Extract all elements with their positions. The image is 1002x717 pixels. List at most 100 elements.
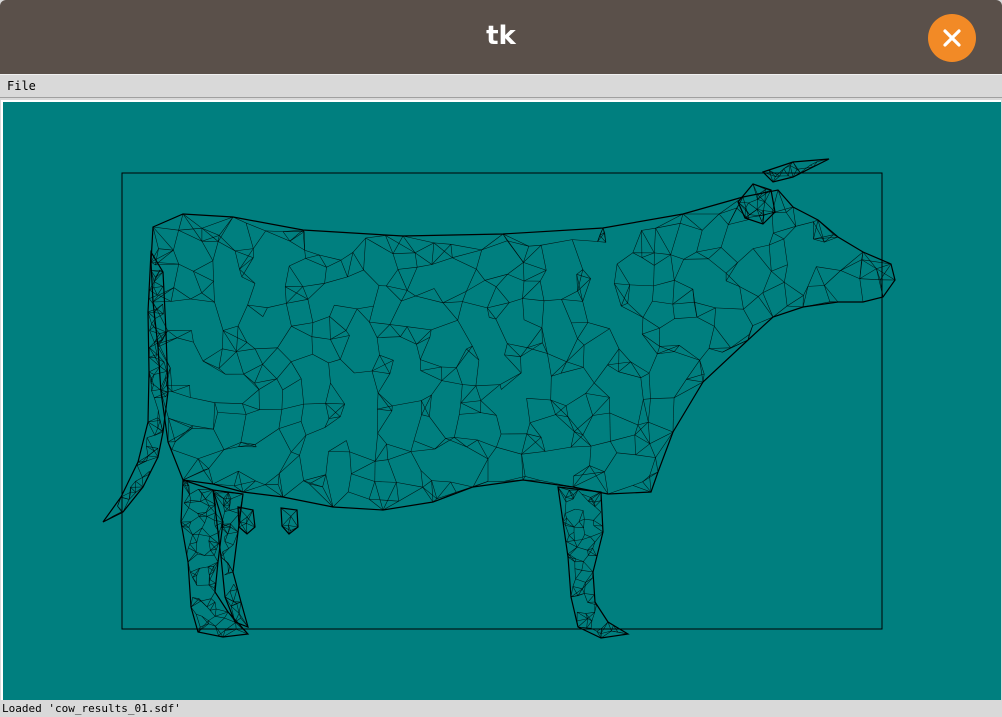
menu-file[interactable]: File: [2, 77, 41, 96]
mesh-edge: [714, 326, 731, 348]
mesh-edge: [247, 283, 256, 306]
mesh-edge: [206, 512, 216, 517]
mesh-edge: [389, 360, 394, 374]
mesh-edge: [674, 316, 697, 319]
mesh-edge: [462, 384, 476, 387]
mesh-edge: [377, 408, 392, 412]
mesh-edge: [752, 248, 772, 272]
mesh-edge: [369, 498, 399, 502]
mesh-edge: [749, 209, 758, 215]
mesh-edge: [429, 416, 446, 439]
mesh-edge: [792, 206, 797, 227]
mesh-edge: [648, 353, 658, 374]
mesh-edge: [566, 535, 570, 542]
render-canvas[interactable]: [3, 102, 1001, 700]
mesh-edge: [585, 571, 594, 583]
mesh-edge: [529, 414, 556, 424]
mesh-edge: [466, 439, 478, 448]
mesh-edge: [566, 338, 578, 362]
mesh-edge: [718, 213, 729, 225]
mesh-edge: [581, 561, 584, 571]
mesh-edge: [325, 383, 331, 404]
mesh-edge: [696, 307, 716, 318]
mesh-edge: [377, 410, 393, 434]
mesh-edge: [641, 257, 655, 266]
mesh-edge: [237, 304, 248, 327]
mesh-edge: [191, 330, 194, 343]
mesh-edge: [442, 301, 463, 304]
mesh-edge: [147, 311, 154, 313]
mesh-edge: [151, 390, 155, 398]
mesh-edge: [146, 446, 149, 456]
mesh-edge: [696, 316, 715, 327]
mesh-edge: [496, 415, 502, 435]
mesh-edge: [565, 498, 574, 503]
mesh-edge: [130, 481, 136, 488]
mesh-edge: [324, 276, 348, 284]
mesh-edge: [592, 397, 610, 416]
mesh-edge: [215, 617, 225, 627]
mesh-edge: [396, 482, 399, 502]
mesh-edge: [406, 267, 418, 291]
mesh-edge: [291, 325, 313, 337]
mesh-edge: [475, 385, 482, 401]
mesh-edge: [324, 267, 327, 284]
mesh-edge: [748, 202, 758, 210]
mesh-edge: [312, 316, 330, 323]
mesh-edge: [210, 591, 216, 599]
mesh-edge: [495, 318, 508, 344]
mesh-edge: [178, 263, 194, 272]
mesh-edge: [385, 235, 394, 254]
mesh-edge: [208, 536, 211, 541]
mesh-edge: [200, 600, 208, 607]
mesh-edge: [213, 428, 225, 450]
close-button[interactable]: [928, 14, 976, 62]
mesh-edge: [460, 385, 477, 404]
mesh-edge: [149, 330, 155, 343]
mesh-edge: [389, 300, 402, 325]
mesh-edge: [192, 534, 198, 543]
mesh-edge: [572, 475, 574, 488]
mesh-edge: [840, 259, 862, 271]
mesh-edge: [739, 286, 744, 310]
mesh-edge: [130, 487, 136, 493]
mesh-edge: [195, 614, 201, 628]
mesh-edge: [795, 221, 814, 227]
mesh-edge: [420, 370, 442, 381]
mesh-edge: [459, 412, 481, 415]
mesh-edge: [329, 316, 347, 331]
mesh-edge: [575, 570, 583, 580]
mesh-edge: [262, 364, 277, 379]
mesh-edge: [501, 372, 522, 390]
mesh-edge: [282, 378, 302, 391]
mesh-edge: [654, 252, 671, 255]
mesh-edge: [402, 235, 434, 244]
mesh-edge: [363, 269, 380, 286]
mesh-edge: [614, 283, 628, 304]
mesh-edge: [171, 298, 191, 302]
mesh-edge: [824, 285, 839, 303]
mesh-edge: [459, 402, 462, 415]
mesh-edge: [168, 417, 193, 426]
mesh-edge: [238, 444, 256, 447]
mesh-edge: [521, 451, 546, 455]
mesh-edge: [150, 261, 179, 265]
mesh-edge: [223, 498, 231, 506]
mesh-edge: [694, 301, 716, 309]
mesh-edge: [547, 353, 552, 377]
mesh-edge: [522, 280, 525, 299]
mesh-edge: [507, 262, 524, 275]
mesh-edge: [417, 264, 432, 268]
mesh-edge: [286, 303, 292, 327]
mesh-edge: [193, 341, 204, 362]
mesh-edge: [374, 443, 387, 462]
mesh-edge: [786, 295, 804, 307]
mesh-edge: [653, 280, 675, 287]
mesh-edge: [477, 439, 497, 448]
mesh-edge: [284, 286, 287, 304]
mesh-edge: [614, 283, 622, 307]
title-bar[interactable]: tk: [0, 0, 1002, 74]
mesh-edge: [152, 226, 179, 231]
mesh-edge: [348, 491, 370, 500]
mesh-edge: [652, 285, 654, 302]
